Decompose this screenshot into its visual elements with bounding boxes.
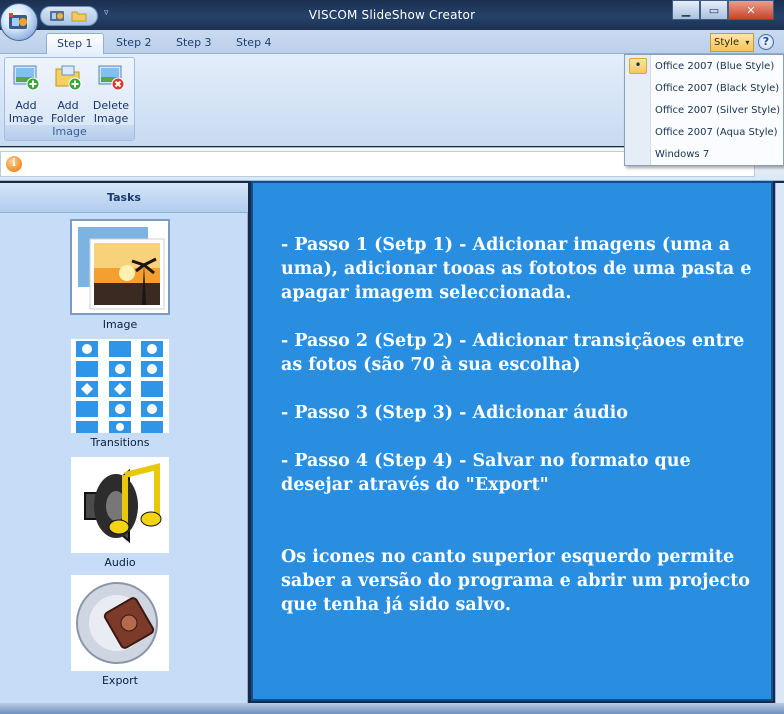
- instruction-icons-note: Os icones no canto superior esquerdo per…: [281, 547, 757, 615]
- instruction-step-1: - Passo 1 (Setp 1) - Adicionar imagens (…: [281, 235, 758, 303]
- tasks-panel: Tasks Image Transitions Audio Export: [0, 183, 248, 703]
- menu-item-office-black[interactable]: Office 2007 (Black Style): [655, 79, 779, 99]
- tab-step-3[interactable]: Step 3: [166, 33, 222, 54]
- selected-check-icon: •: [629, 58, 647, 74]
- instructions-text: - Passo 1 (Setp 1) - Adicionar imagens (…: [281, 233, 766, 641]
- instruction-step-2: - Passo 2 (Setp 2) - Adicionar transição…: [281, 331, 751, 375]
- add-folder-button[interactable]: Add Folder: [48, 62, 88, 125]
- add-image-label-2: Image: [8, 112, 44, 125]
- tasks-header: Tasks: [0, 183, 248, 213]
- window-controls: ▁ ▭ ✕: [672, 0, 774, 20]
- task-transitions[interactable]: Transitions: [70, 339, 170, 449]
- add-image-button[interactable]: Add Image: [6, 62, 46, 125]
- add-image-label-1: Add: [15, 99, 37, 112]
- delete-image-icon: [98, 65, 125, 91]
- instruction-step-3: - Passo 3 (Step 3) - Adicionar áudio: [281, 403, 628, 423]
- add-image-icon: [13, 65, 40, 91]
- menu-item-windows-7[interactable]: Windows 7: [655, 145, 709, 165]
- ribbon-tabs: Step 1 Step 2 Step 3 Step 4 Style ▾ ?: [0, 30, 784, 55]
- main-content-area: - Passo 1 (Setp 1) - Adicionar imagens (…: [251, 181, 773, 701]
- title-bar: ▿ VISCOM SlideShow Creator ▁ ▭ ✕: [0, 0, 784, 30]
- info-icon: i: [6, 156, 22, 172]
- add-folder-icon: [55, 65, 82, 91]
- task-export-label: Export: [101, 674, 138, 687]
- app-menu-button[interactable]: [0, 3, 38, 41]
- menu-item-office-blue[interactable]: Office 2007 (Blue Style): [655, 57, 774, 77]
- maximize-button[interactable]: ▭: [700, 0, 728, 20]
- audio-task-icon: [71, 457, 169, 553]
- task-export[interactable]: Export: [70, 575, 170, 687]
- style-dropdown-button[interactable]: Style ▾: [710, 33, 754, 52]
- style-menu: • Office 2007 (Blue Style) Office 2007 (…: [624, 54, 784, 166]
- close-button[interactable]: ✕: [728, 0, 774, 20]
- instruction-step-4: - Passo 4 (Step 4) - Salvar no formato q…: [281, 451, 697, 495]
- tab-step-2[interactable]: Step 2: [106, 33, 162, 54]
- add-folder-label-2: Folder: [51, 112, 85, 125]
- export-task-icon: [71, 575, 169, 671]
- image-task-icon: [70, 219, 170, 315]
- add-folder-label-1: Add: [57, 99, 79, 112]
- task-image-label: Image: [102, 318, 138, 331]
- ribbon-group-image: Add Image Add Folder Delete Image Image: [4, 57, 135, 141]
- delete-image-button[interactable]: Delete Image: [91, 62, 131, 125]
- window-bottom-border: [0, 703, 784, 714]
- transitions-task-icon: [71, 339, 169, 433]
- minimize-button[interactable]: ▁: [672, 0, 700, 20]
- task-transitions-label: Transitions: [90, 436, 150, 449]
- style-button-label: Style: [714, 37, 740, 48]
- delete-image-label-2: Image: [93, 112, 129, 125]
- menu-item-office-silver[interactable]: Office 2007 (Silver Style): [655, 101, 780, 121]
- tab-step-4[interactable]: Step 4: [226, 33, 282, 54]
- help-button[interactable]: ?: [758, 34, 774, 50]
- ribbon-group-label: Image: [5, 125, 134, 140]
- window-title: VISCOM SlideShow Creator: [308, 8, 476, 22]
- tab-step-1[interactable]: Step 1: [46, 33, 104, 55]
- task-audio[interactable]: Audio: [70, 457, 170, 569]
- task-image[interactable]: Image: [70, 219, 170, 331]
- delete-image-label-1: Delete: [92, 99, 130, 112]
- right-edge-strip: [775, 183, 784, 703]
- task-audio-label: Audio: [104, 556, 136, 569]
- menu-item-office-aqua[interactable]: Office 2007 (Aqua Style): [655, 123, 778, 143]
- chevron-down-icon: ▾: [745, 38, 750, 47]
- app-logo-icon: [9, 13, 27, 29]
